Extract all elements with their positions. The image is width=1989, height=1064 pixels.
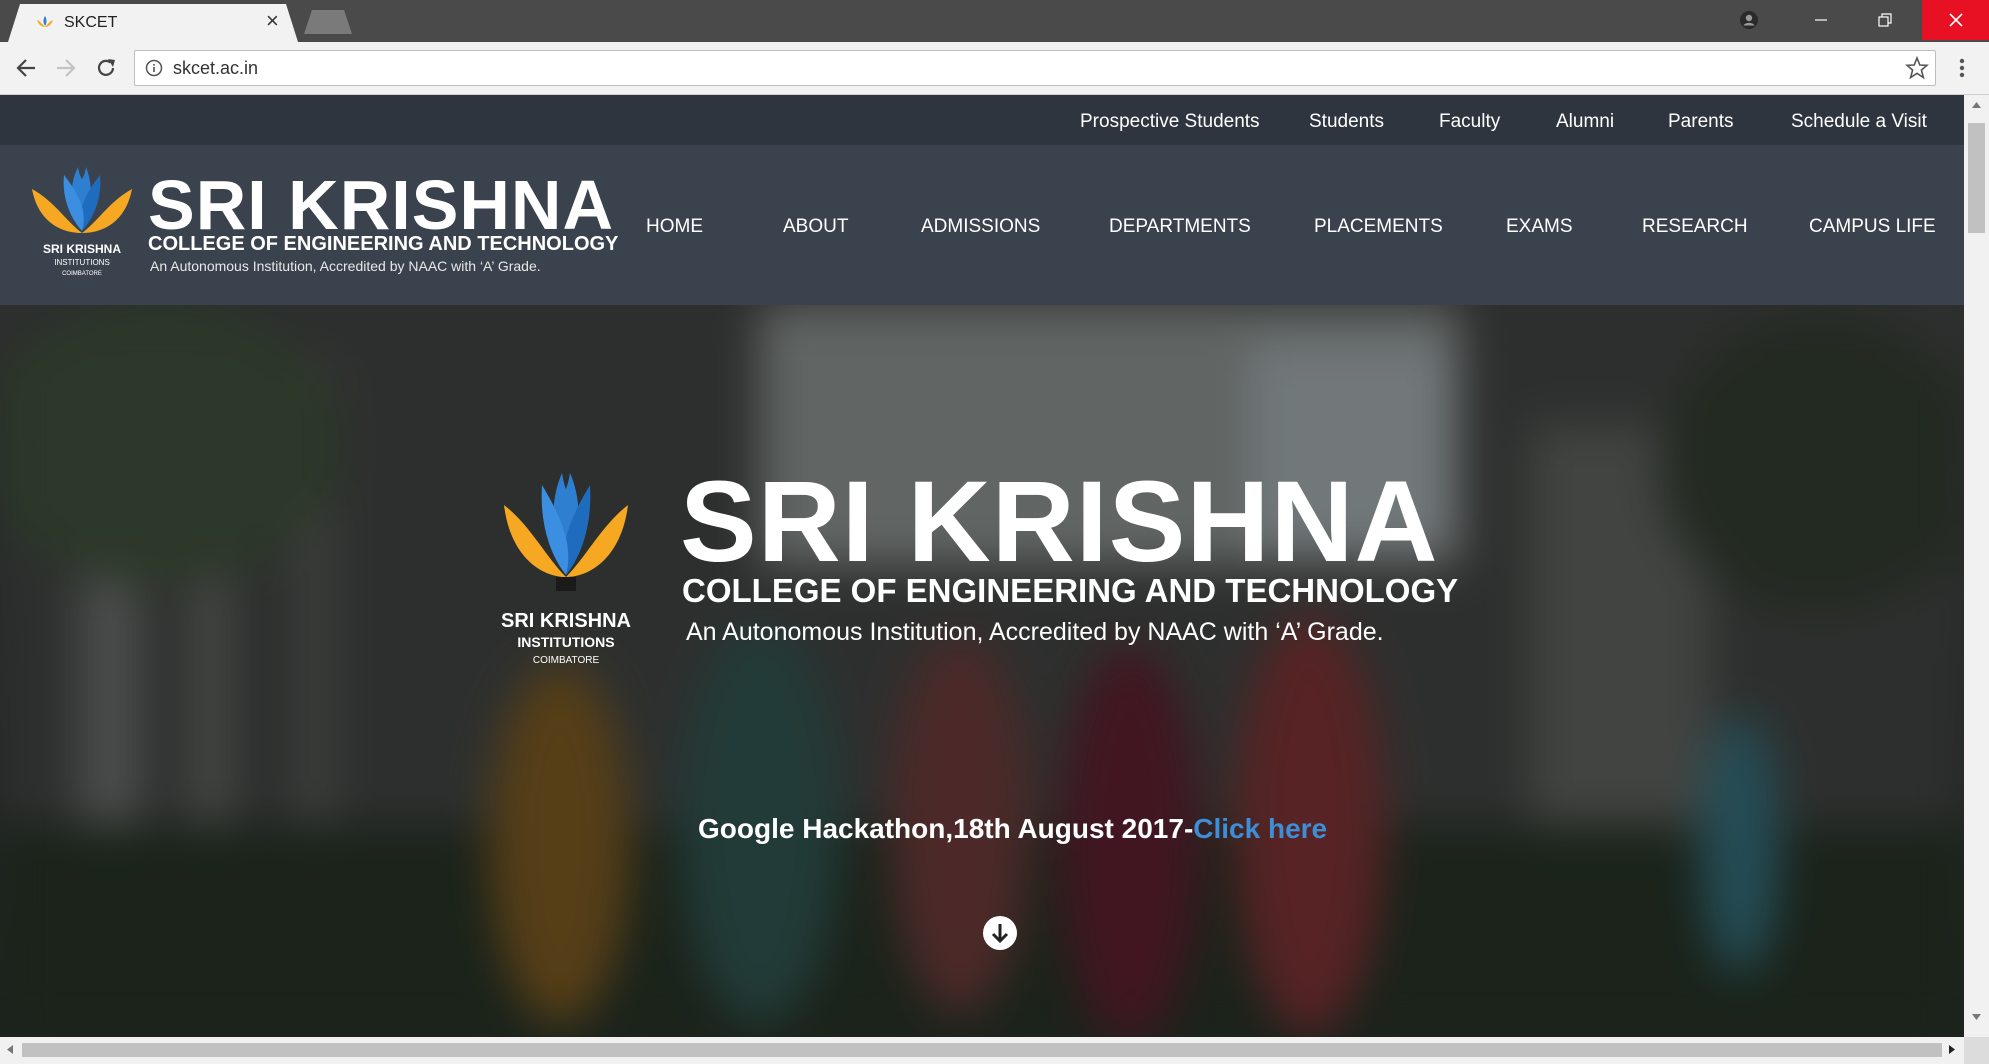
nav-item-campus-life[interactable]: CAMPUS LIFE	[1809, 216, 1936, 238]
tab-close-icon[interactable]: ×	[266, 10, 279, 32]
nav-item-admissions[interactable]: ADMISSIONS	[921, 216, 1040, 238]
window-close-icon[interactable]	[1922, 0, 1989, 40]
skcet-favicon-icon	[37, 16, 53, 27]
header-brand-subtitle: COLLEGE OF ENGINEERING AND TECHNOLOGY	[148, 233, 619, 255]
info-icon[interactable]	[145, 59, 163, 77]
hero-logo-text-1: SRI KRISHNA	[501, 610, 631, 632]
topbar-link-parents[interactable]: Parents	[1668, 111, 1733, 133]
hero-title: SRI KRISHNA	[680, 458, 1439, 586]
scroll-down-small-arrow-icon[interactable]	[1971, 1013, 1982, 1021]
nav-item-exams[interactable]: EXAMS	[1506, 216, 1573, 238]
header-logo-text-1: SRI KRISHNA	[43, 242, 121, 256]
hero-logo: SRI KRISHNA INSTITUTIONS COIMBATORE	[501, 473, 631, 666]
nav-item-placements[interactable]: PLACEMENTS	[1314, 216, 1443, 238]
reload-icon[interactable]	[92, 54, 120, 82]
header-logo-text-2: INSTITUTIONS	[54, 258, 110, 267]
scroll-up-arrow-icon[interactable]	[1971, 101, 1982, 109]
nav-item-departments[interactable]: DEPARTMENTS	[1109, 216, 1251, 238]
vertical-scrollbar[interactable]	[1964, 95, 1989, 1037]
announcement-link[interactable]: Click here	[1193, 813, 1327, 844]
nav-item-about[interactable]: ABOUT	[783, 216, 848, 238]
topbar-link-alumni[interactable]: Alumni	[1556, 111, 1614, 133]
header-brand-tagline: An Autonomous Institution, Accredited by…	[150, 258, 541, 274]
header-logo-text-3: COIMBATORE	[62, 271, 102, 277]
hero-tagline: An Autonomous Institution, Accredited by…	[686, 618, 1384, 646]
tab-title: SKCET	[64, 14, 118, 31]
scroll-down-arrow-icon[interactable]	[982, 915, 1018, 951]
browser-toolbar: skcet.ac.in	[0, 42, 1989, 95]
url-text[interactable]: skcet.ac.in	[173, 58, 258, 79]
profile-icon[interactable]	[1724, 0, 1774, 40]
hero-logo-text-3: COIMBATORE	[533, 655, 600, 666]
back-arrow-icon[interactable]	[12, 54, 40, 82]
header-brand-name[interactable]: SRI KRISHNA	[148, 170, 614, 240]
utility-bar: Prospective Students Students Faculty Al…	[0, 95, 1964, 145]
horizontal-scrollbar-thumb[interactable]	[22, 1043, 1942, 1057]
menu-dots-icon[interactable]	[1950, 54, 1974, 82]
nav-item-research[interactable]: RESEARCH	[1642, 216, 1748, 238]
announcement: Google Hackathon,18th August 2017-Click …	[698, 813, 1327, 845]
horizontal-scrollbar[interactable]	[0, 1037, 1964, 1064]
address-bar[interactable]: skcet.ac.in	[134, 50, 1936, 86]
bookmark-star-icon[interactable]	[1905, 56, 1929, 80]
topbar-link-schedule-visit[interactable]: Schedule a Visit	[1791, 111, 1927, 133]
maximize-icon[interactable]	[1860, 0, 1910, 40]
scroll-right-arrow-icon[interactable]	[1948, 1044, 1956, 1055]
scrollbar-corner	[1964, 1037, 1989, 1064]
header-logo: SRI KRISHNA INSTITUTIONS COIMBATORE	[32, 167, 132, 277]
topbar-link-students[interactable]: Students	[1309, 111, 1384, 133]
announcement-text: Google Hackathon,18th August 2017-	[698, 813, 1194, 844]
hero-logo-text-2: INSTITUTIONS	[517, 634, 614, 650]
forward-arrow-icon[interactable]	[52, 54, 80, 82]
nav-item-home[interactable]: HOME	[646, 216, 703, 238]
hero-banner: SRI KRISHNA INSTITUTIONS COIMBATORE SRI …	[0, 305, 1964, 1037]
scroll-left-arrow-icon[interactable]	[6, 1044, 14, 1055]
new-tab-button[interactable]	[304, 10, 352, 34]
hero-subtitle: COLLEGE OF ENGINEERING AND TECHNOLOGY	[682, 572, 1459, 609]
browser-tab[interactable]: SKCET ×	[8, 4, 298, 42]
minimize-icon[interactable]	[1796, 0, 1846, 40]
vertical-scrollbar-thumb[interactable]	[1968, 123, 1985, 233]
topbar-link-prospective-students[interactable]: Prospective Students	[1080, 111, 1260, 133]
page-viewport: Prospective Students Students Faculty Al…	[0, 95, 1964, 1037]
topbar-link-faculty[interactable]: Faculty	[1439, 111, 1500, 133]
browser-titlebar: SKCET ×	[0, 0, 1989, 42]
